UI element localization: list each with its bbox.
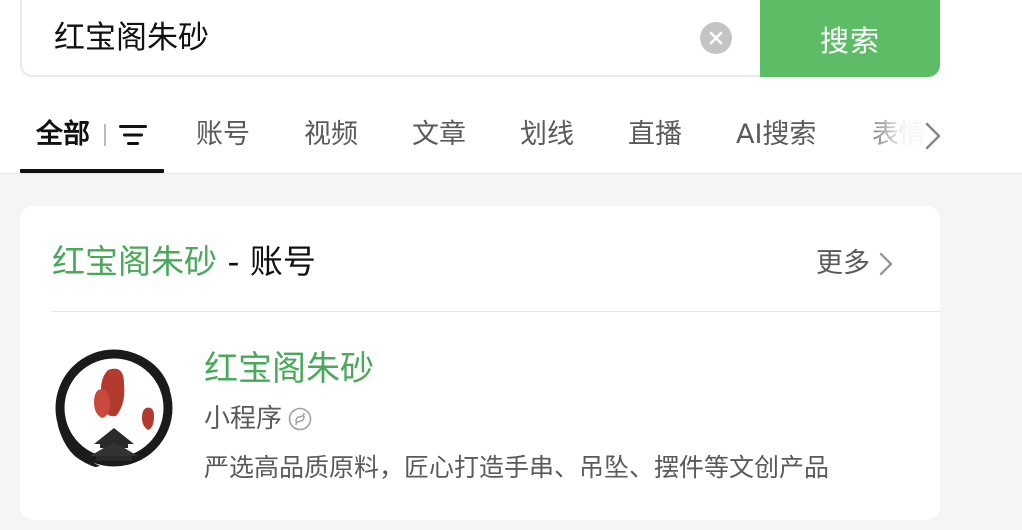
tab-highlights[interactable]: 划线 xyxy=(520,114,574,156)
card-title-section: - 账号 xyxy=(217,242,316,281)
search-box xyxy=(20,0,780,77)
mini-program-icon xyxy=(288,407,312,431)
top-area: 搜索 全部 账号 视频 文章 划线 直播 AI搜索 表情 xyxy=(0,0,1022,174)
search-button[interactable]: 搜索 xyxy=(760,0,940,77)
card-divider xyxy=(52,311,940,312)
clear-icon xyxy=(709,31,723,45)
result-type-label: 小程序 xyxy=(204,404,283,434)
tab-videos[interactable]: 视频 xyxy=(304,114,358,156)
chevron-right-icon[interactable] xyxy=(918,120,948,152)
tab-live[interactable]: 直播 xyxy=(628,114,682,156)
card-title-keyword: 红宝阁朱砂 xyxy=(52,242,217,281)
result-type: 小程序 xyxy=(204,400,312,438)
active-tab-indicator xyxy=(20,169,164,173)
tab-all[interactable]: 全部 xyxy=(36,114,90,156)
more-link[interactable]: 更多 xyxy=(816,244,896,284)
result-name[interactable]: 红宝阁朱砂 xyxy=(204,346,374,392)
search-input[interactable] xyxy=(54,16,674,60)
tab-accounts[interactable]: 账号 xyxy=(196,114,250,156)
clear-search-button[interactable] xyxy=(700,22,732,54)
tab-bar: 全部 账号 视频 文章 划线 直播 AI搜索 表情 xyxy=(0,100,1022,173)
filter-icon[interactable] xyxy=(118,122,148,148)
more-label: 更多 xyxy=(816,248,870,279)
result-description: 严选高品质原料，匠心打造手串、吊坠、摆件等文创产品 xyxy=(204,453,830,482)
tab-articles[interactable]: 文章 xyxy=(412,114,466,156)
account-result-card: 红宝阁朱砂 - 账号 更多 红宝阁朱砂 小程序 严选高品质原料，匠心打造手串、吊… xyxy=(20,206,940,520)
tab-ai-search[interactable]: AI搜索 xyxy=(736,114,816,156)
card-title: 红宝阁朱砂 - 账号 xyxy=(52,240,316,284)
tab-divider xyxy=(104,124,106,146)
avatar[interactable] xyxy=(52,346,176,470)
chevron-right-icon xyxy=(879,252,893,276)
brand-logo-icon xyxy=(55,349,173,468)
